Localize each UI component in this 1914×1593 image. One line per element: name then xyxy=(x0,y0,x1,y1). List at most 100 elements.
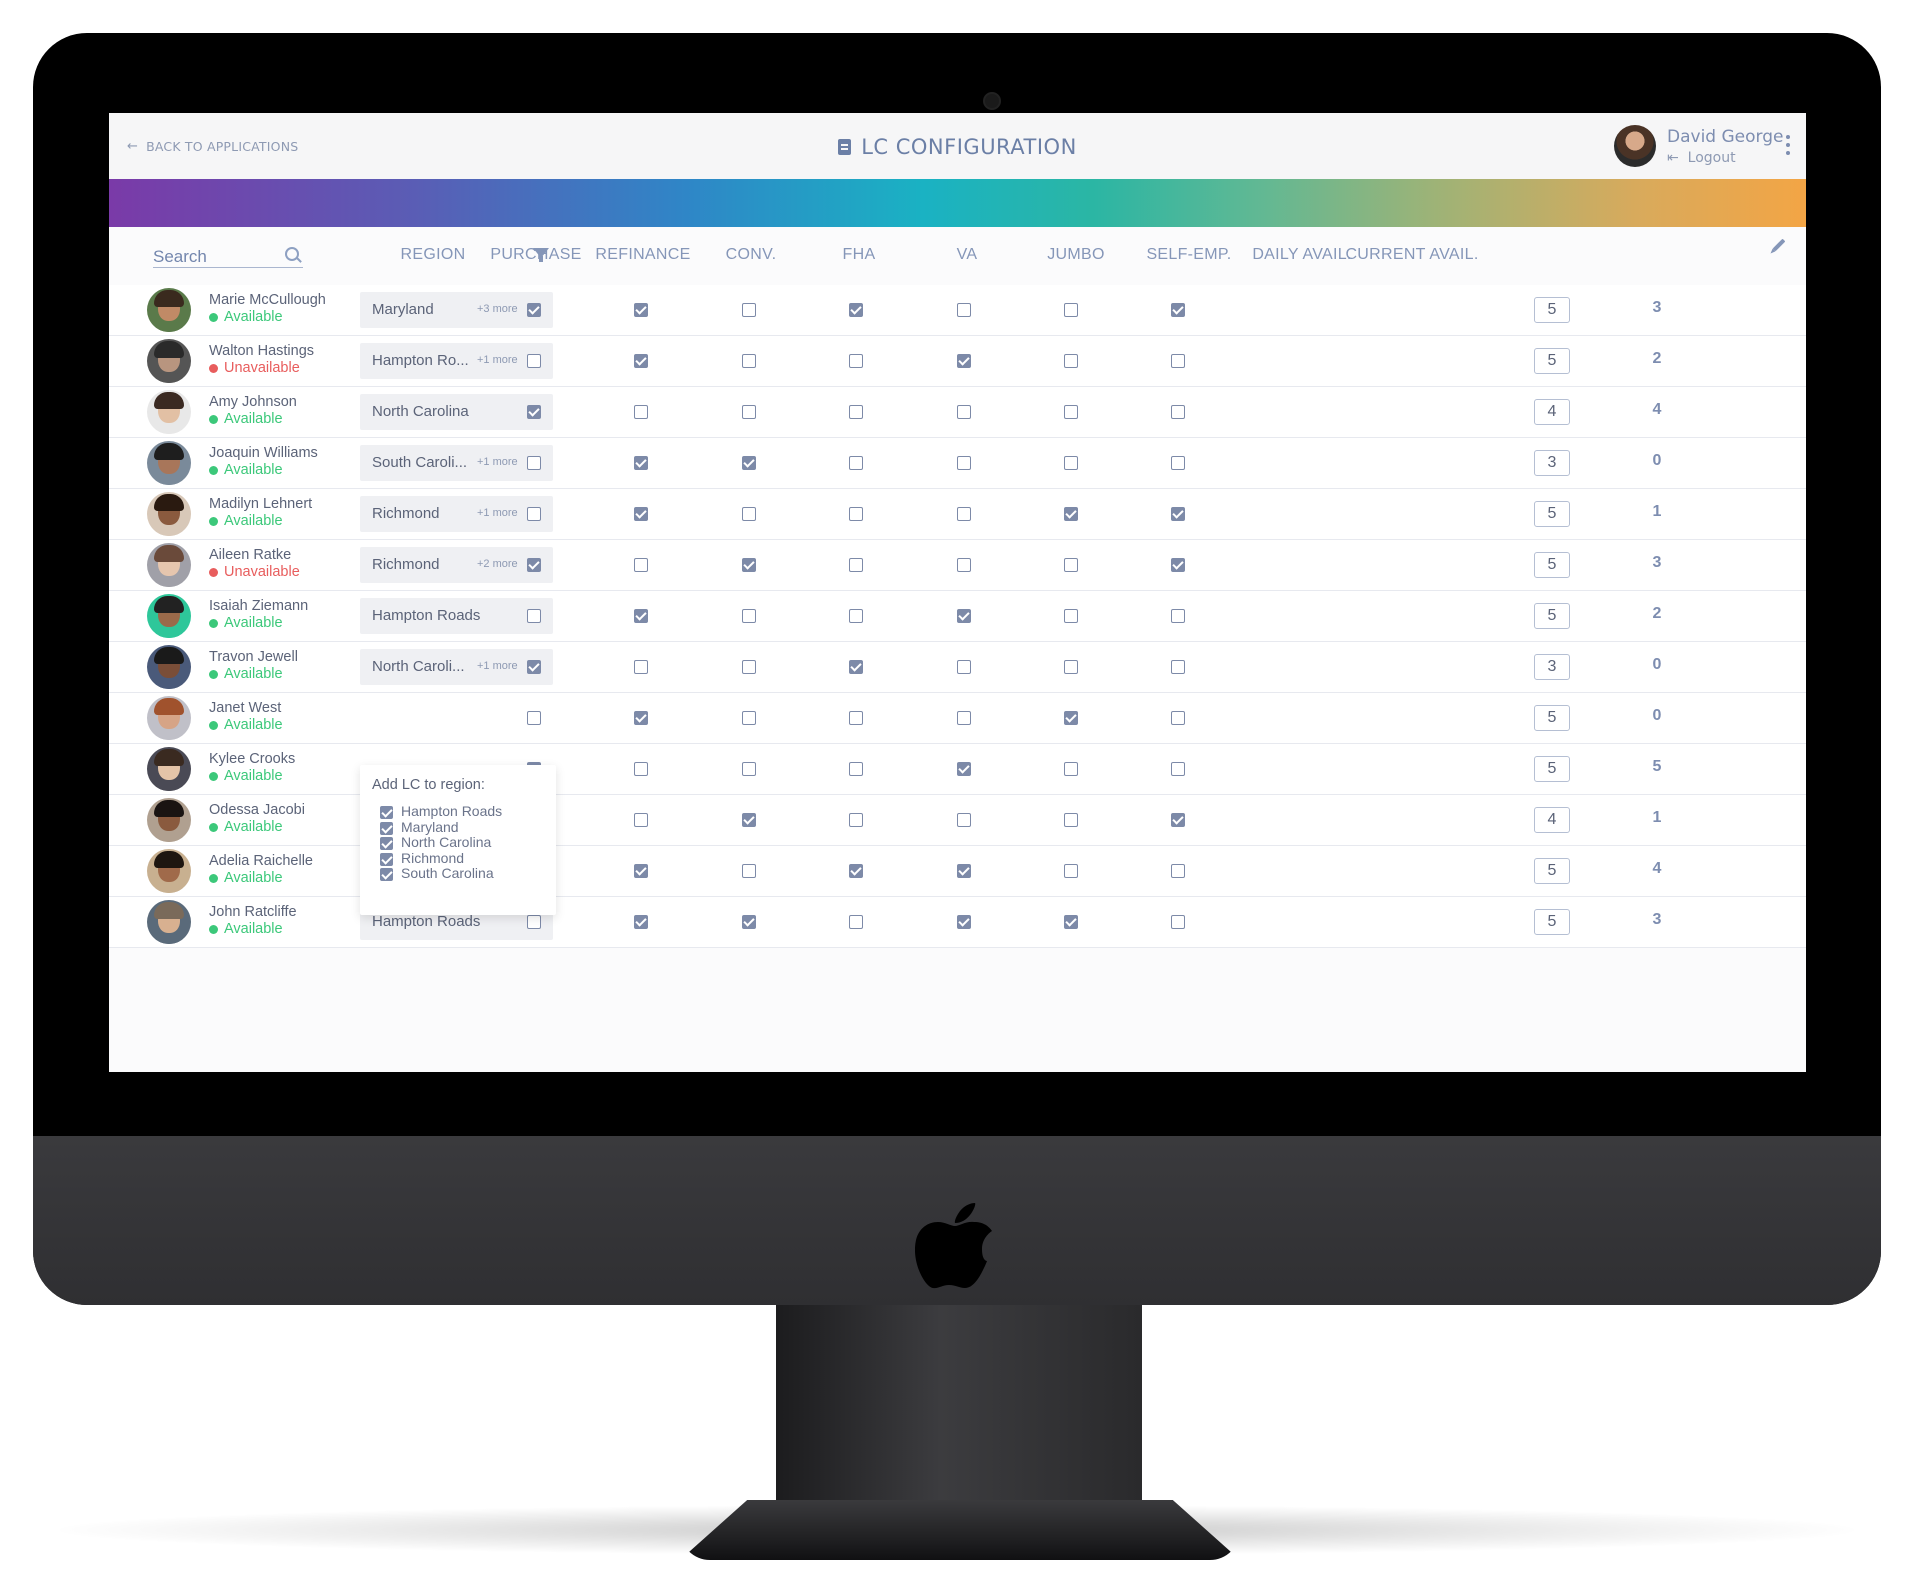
checkbox-purchase[interactable] xyxy=(527,660,541,674)
checkbox-fha[interactable] xyxy=(849,864,863,878)
checkbox-selfemp[interactable] xyxy=(1171,864,1185,878)
checkbox-selfemp[interactable] xyxy=(1171,354,1185,368)
search-icon[interactable] xyxy=(285,247,299,261)
region-select[interactable]: Hampton Roads xyxy=(360,598,553,634)
checkbox-va[interactable] xyxy=(957,405,971,419)
daily-avail-input[interactable]: 5 xyxy=(1534,756,1570,782)
checkbox-refinance[interactable] xyxy=(634,354,648,368)
checkbox-fha[interactable] xyxy=(849,507,863,521)
checkbox-va[interactable] xyxy=(957,558,971,572)
checkbox-conv[interactable] xyxy=(742,609,756,623)
checkbox-conv[interactable] xyxy=(742,915,756,929)
checkbox-jumbo[interactable] xyxy=(1064,456,1078,470)
checkbox-va[interactable] xyxy=(957,354,971,368)
checkbox-fha[interactable] xyxy=(849,303,863,317)
checkbox-conv[interactable] xyxy=(742,558,756,572)
region-select[interactable]: North Carolina xyxy=(360,394,553,430)
checkbox-jumbo[interactable] xyxy=(1064,915,1078,929)
avatar[interactable] xyxy=(1614,125,1656,167)
checkbox-selfemp[interactable] xyxy=(1171,762,1185,776)
checkbox-jumbo[interactable] xyxy=(1064,558,1078,572)
checkbox-conv[interactable] xyxy=(742,507,756,521)
checkbox-conv[interactable] xyxy=(742,762,756,776)
checkbox-conv[interactable] xyxy=(742,354,756,368)
search-input[interactable] xyxy=(153,243,273,271)
checkbox-conv[interactable] xyxy=(742,711,756,725)
checkbox-va[interactable] xyxy=(957,303,971,317)
checkbox-conv[interactable] xyxy=(742,303,756,317)
checkbox-selfemp[interactable] xyxy=(1171,558,1185,572)
checkbox-conv[interactable] xyxy=(742,456,756,470)
checkbox-va[interactable] xyxy=(957,456,971,470)
checkbox-va[interactable] xyxy=(957,609,971,623)
checkbox-fha[interactable] xyxy=(849,354,863,368)
daily-avail-input[interactable]: 3 xyxy=(1534,450,1570,476)
checkbox-selfemp[interactable] xyxy=(1171,915,1185,929)
daily-avail-input[interactable]: 5 xyxy=(1534,909,1570,935)
checkbox-jumbo[interactable] xyxy=(1064,354,1078,368)
checkbox-refinance[interactable] xyxy=(634,762,648,776)
checkbox-selfemp[interactable] xyxy=(1171,507,1185,521)
checkbox-fha[interactable] xyxy=(849,915,863,929)
daily-avail-input[interactable]: 5 xyxy=(1534,348,1570,374)
checkbox-jumbo[interactable] xyxy=(1064,864,1078,878)
checkbox-selfemp[interactable] xyxy=(1171,609,1185,623)
checkbox-refinance[interactable] xyxy=(634,660,648,674)
checkbox-refinance[interactable] xyxy=(634,864,648,878)
daily-avail-input[interactable]: 3 xyxy=(1534,654,1570,680)
checkbox-refinance[interactable] xyxy=(634,456,648,470)
checkbox-jumbo[interactable] xyxy=(1064,303,1078,317)
checkbox-fha[interactable] xyxy=(849,711,863,725)
region-select[interactable]: Richmond +1 more xyxy=(360,496,553,532)
checkbox-region-option[interactable] xyxy=(380,868,393,882)
daily-avail-input[interactable]: 5 xyxy=(1534,603,1570,629)
checkbox-va[interactable] xyxy=(957,864,971,878)
checkbox-selfemp[interactable] xyxy=(1171,813,1185,827)
checkbox-purchase[interactable] xyxy=(527,558,541,572)
checkbox-selfemp[interactable] xyxy=(1171,660,1185,674)
more-options-icon[interactable] xyxy=(1786,135,1790,157)
checkbox-refinance[interactable] xyxy=(634,711,648,725)
region-select[interactable]: Richmond +2 more xyxy=(360,547,553,583)
checkbox-va[interactable] xyxy=(957,507,971,521)
checkbox-refinance[interactable] xyxy=(634,507,648,521)
checkbox-conv[interactable] xyxy=(742,405,756,419)
checkbox-fha[interactable] xyxy=(849,660,863,674)
checkbox-jumbo[interactable] xyxy=(1064,660,1078,674)
checkbox-purchase[interactable] xyxy=(527,456,541,470)
checkbox-jumbo[interactable] xyxy=(1064,711,1078,725)
checkbox-purchase[interactable] xyxy=(527,303,541,317)
daily-avail-input[interactable]: 5 xyxy=(1534,501,1570,527)
checkbox-fha[interactable] xyxy=(849,762,863,776)
logout-link[interactable]: ⇤ Logout xyxy=(1667,150,1736,166)
region-select[interactable]: North Caroli... +1 more xyxy=(360,649,553,685)
daily-avail-input[interactable]: 5 xyxy=(1534,705,1570,731)
checkbox-purchase[interactable] xyxy=(527,507,541,521)
checkbox-region-option[interactable] xyxy=(380,806,393,819)
region-select[interactable]: Hampton Ro... +1 more xyxy=(360,343,553,379)
daily-avail-input[interactable]: 4 xyxy=(1534,807,1570,833)
checkbox-selfemp[interactable] xyxy=(1171,711,1185,725)
daily-avail-input[interactable]: 5 xyxy=(1534,297,1570,323)
checkbox-refinance[interactable] xyxy=(634,405,648,419)
checkbox-jumbo[interactable] xyxy=(1064,762,1078,776)
daily-avail-input[interactable]: 4 xyxy=(1534,399,1570,425)
checkbox-jumbo[interactable] xyxy=(1064,405,1078,419)
checkbox-va[interactable] xyxy=(957,813,971,827)
checkbox-purchase[interactable] xyxy=(527,711,541,725)
checkbox-refinance[interactable] xyxy=(634,558,648,572)
checkbox-purchase[interactable] xyxy=(527,405,541,419)
checkbox-fha[interactable] xyxy=(849,405,863,419)
checkbox-va[interactable] xyxy=(957,711,971,725)
checkbox-va[interactable] xyxy=(957,762,971,776)
checkbox-jumbo[interactable] xyxy=(1064,507,1078,521)
checkbox-region-option[interactable] xyxy=(380,821,393,835)
checkbox-purchase[interactable] xyxy=(527,609,541,623)
checkbox-refinance[interactable] xyxy=(634,303,648,317)
checkbox-region-option[interactable] xyxy=(380,837,393,851)
daily-avail-input[interactable]: 5 xyxy=(1534,552,1570,578)
region-select[interactable]: South Caroli... +1 more xyxy=(360,445,553,481)
checkbox-va[interactable] xyxy=(957,915,971,929)
checkbox-selfemp[interactable] xyxy=(1171,405,1185,419)
checkbox-refinance[interactable] xyxy=(634,915,648,929)
